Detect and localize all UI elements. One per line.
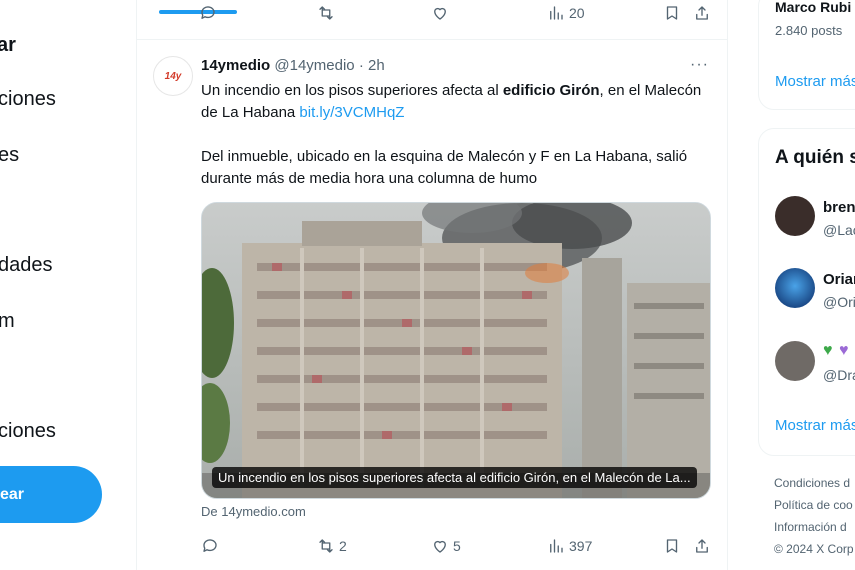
- bookmark-button[interactable]: [663, 537, 681, 555]
- views-button-prev[interactable]: 20: [547, 4, 585, 22]
- author-name[interactable]: 14ymedio: [201, 57, 270, 74]
- tweet-text-1: Un incendio en los pisos superiores afec…: [201, 80, 713, 124]
- avatar[interactable]: [775, 341, 815, 381]
- bookmark-button-prev[interactable]: [663, 4, 681, 22]
- views-icon: [550, 6, 563, 20]
- bookmark-icon: [666, 539, 678, 553]
- more-options-icon[interactable]: ···: [690, 56, 709, 74]
- nav-item-communities[interactable]: dades: [0, 254, 53, 277]
- show-more-follow-link[interactable]: Mostrar más: [775, 417, 855, 434]
- text-segment: Un incendio en los pisos superiores afec…: [201, 82, 503, 99]
- follow-name-emojis[interactable]: ♥ ♥: [823, 342, 853, 359]
- tweet-media-card[interactable]: Un incendio en los pisos superiores afec…: [201, 202, 711, 499]
- show-more-trends-link[interactable]: Mostrar más: [775, 73, 855, 90]
- trend-posts: 2.840 posts: [775, 23, 843, 38]
- reply-button-prev[interactable]: [199, 4, 217, 22]
- right-sidebar: Marco Rubi 2.840 posts Mostrar más A qui…: [758, 0, 855, 570]
- green-heart-icon: ♥: [823, 342, 833, 359]
- avatar-logo-text: 14y: [164, 70, 182, 82]
- nav-item-more-options[interactable]: ciones: [0, 420, 56, 443]
- author-handle[interactable]: @14ymedio: [274, 57, 354, 74]
- share-icon: [696, 539, 708, 553]
- follow-name[interactable]: bren: [823, 199, 855, 216]
- who-to-follow-card: A quién s bren @Lac Orian @Ori ♥ ♥ @Dra …: [758, 128, 855, 456]
- reply-icon: [203, 539, 217, 552]
- avatar[interactable]: 14y: [153, 56, 193, 96]
- share-button[interactable]: [693, 537, 711, 555]
- like-button-prev[interactable]: [431, 4, 449, 22]
- share-button-prev[interactable]: [693, 4, 711, 22]
- like-count: 5: [453, 538, 461, 554]
- retweet-button[interactable]: 2: [317, 537, 347, 555]
- tweet-link[interactable]: bit.ly/3VCMHqZ: [299, 104, 404, 121]
- footer-info-link[interactable]: Información d: [774, 520, 847, 534]
- timeline-column: 20 14y 14ymedio @14ymedio · 2h ··· Un in…: [136, 0, 728, 570]
- nav-item-messages[interactable]: es: [0, 144, 19, 167]
- views-count: 397: [569, 538, 593, 554]
- nav-item-explore[interactable]: ar: [0, 34, 16, 57]
- nav-item-notifications[interactable]: ciones: [0, 88, 56, 111]
- tweet-time[interactable]: · 2h: [359, 57, 385, 74]
- views-count-prev: 20: [569, 5, 585, 21]
- trends-card: Marco Rubi 2.840 posts Mostrar más: [758, 0, 855, 110]
- heart-icon: [434, 540, 446, 553]
- bold-segment: edificio Girón: [502, 82, 600, 99]
- avatar[interactable]: [775, 196, 815, 236]
- post-button[interactable]: ear: [0, 466, 102, 523]
- post-button-label: ear: [0, 485, 25, 503]
- avatar[interactable]: [775, 268, 815, 308]
- like-button[interactable]: 5: [431, 537, 461, 555]
- heart-icon: [434, 7, 446, 20]
- retweet-button-prev[interactable]: [317, 4, 335, 22]
- link-source[interactable]: De 14ymedio.com: [201, 504, 306, 519]
- who-to-follow-title: A quién s: [775, 147, 855, 168]
- retweet-icon: [319, 539, 333, 553]
- footer-copyright: © 2024 X Corp: [774, 542, 854, 556]
- follow-name[interactable]: Orian: [823, 271, 855, 288]
- retweet-icon: [319, 6, 333, 20]
- nav-item-premium[interactable]: m: [0, 310, 15, 333]
- retweet-count: 2: [339, 538, 347, 554]
- views-button[interactable]: 397: [547, 537, 592, 555]
- previous-post-actions: 20: [137, 0, 727, 40]
- progress-bar: [159, 10, 237, 14]
- tweet-text-2: Del inmueble, ubicado en la esquina de M…: [201, 148, 688, 187]
- purple-heart-icon: ♥: [839, 342, 849, 359]
- reply-button[interactable]: [201, 537, 219, 555]
- tweet-header: 14ymedio @14ymedio · 2h: [201, 57, 385, 74]
- share-icon: [696, 6, 708, 20]
- follow-handle[interactable]: @Ori: [823, 294, 855, 310]
- footer-cookies-link[interactable]: Política de coo: [774, 498, 853, 512]
- follow-handle[interactable]: @Dra: [823, 367, 855, 383]
- bookmark-icon: [666, 6, 678, 20]
- trend-name[interactable]: Marco Rubi: [775, 0, 851, 15]
- building-fire-photo: [202, 203, 710, 498]
- reply-icon: [201, 6, 215, 19]
- follow-handle[interactable]: @Lac: [823, 222, 855, 238]
- media-caption: Un incendio en los pisos superiores afec…: [212, 467, 697, 488]
- footer-terms-link[interactable]: Condiciones d: [774, 476, 850, 490]
- views-icon: [550, 539, 563, 553]
